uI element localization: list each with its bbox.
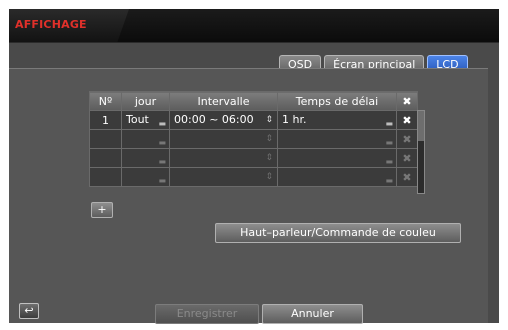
dropdown-icon: ▬	[158, 176, 166, 185]
speaker-color-control-button[interactable]: Haut–parleur/Commande de couleu	[215, 223, 461, 243]
dropdown-icon: ▬	[385, 138, 393, 147]
header-no: Nº	[89, 91, 122, 111]
spinner-arrows-icon: ⇕	[265, 115, 273, 125]
table-header-row: Nº jour Intervalle Temps de délai ✖	[89, 91, 418, 111]
day-value: Tout	[126, 113, 149, 126]
interval-spinner: ⇕	[169, 148, 278, 168]
dropdown-icon: ▬	[158, 138, 166, 147]
return-arrow-icon[interactable]: ↩	[19, 303, 39, 319]
table-row: ▬ ⇕ ▬ ✖	[89, 148, 418, 168]
day-select: ▬	[121, 167, 170, 187]
header-delay: Temps de délai	[277, 91, 397, 111]
row-number	[89, 129, 122, 149]
delete-all-icon[interactable]: ✖	[396, 91, 418, 111]
title-bar: AFFICHAGE	[9, 9, 499, 43]
table-scrollbar[interactable]	[417, 110, 425, 194]
interval-spinner: ⇕	[169, 129, 278, 149]
day-select[interactable]: Tout ▬	[121, 110, 170, 130]
spinner-arrows-icon: ⇕	[265, 134, 273, 144]
row-number: 1	[89, 110, 122, 130]
interval-spinner[interactable]: 00:00 ~ 06:00 ⇕	[169, 110, 278, 130]
header-day: jour	[121, 91, 170, 111]
table-row: 1 Tout ▬ 00:00 ~ 06:00 ⇕ 1 hr. ▬ ✖	[89, 110, 418, 130]
dropdown-icon: ▬	[385, 176, 393, 185]
delay-select: ▬	[277, 129, 397, 149]
delay-select: ▬	[277, 167, 397, 187]
delete-row-icon: ✖	[396, 129, 418, 149]
window-title: AFFICHAGE	[15, 18, 87, 31]
delete-row-icon: ✖	[396, 148, 418, 168]
spinner-arrows-icon: ⇕	[265, 153, 273, 163]
scrollbar-thumb[interactable]	[418, 111, 424, 141]
header-interval: Intervalle	[169, 91, 278, 111]
delete-row-icon: ✖	[396, 167, 418, 187]
interval-spinner: ⇕	[169, 167, 278, 187]
table-row: ▬ ⇕ ▬ ✖	[89, 129, 418, 149]
delay-select: ▬	[277, 148, 397, 168]
title-divider	[9, 42, 499, 43]
day-select: ▬	[121, 148, 170, 168]
dropdown-icon: ▬	[158, 119, 166, 128]
schedule-table: Nº jour Intervalle Temps de délai ✖ 1 To…	[89, 91, 418, 187]
delay-value: 1 hr.	[282, 113, 307, 126]
delete-row-icon[interactable]: ✖	[396, 110, 418, 130]
table-row: ▬ ⇕ ▬ ✖	[89, 167, 418, 187]
dropdown-icon: ▬	[385, 157, 393, 166]
row-number	[89, 148, 122, 168]
day-select: ▬	[121, 129, 170, 149]
add-row-button[interactable]: +	[91, 202, 113, 218]
spinner-arrows-icon: ⇕	[265, 172, 273, 182]
delay-select[interactable]: 1 hr. ▬	[277, 110, 397, 130]
interval-value: 00:00 ~ 06:00	[174, 113, 254, 126]
dropdown-icon: ▬	[158, 157, 166, 166]
dropdown-icon: ▬	[385, 119, 393, 128]
cancel-button[interactable]: Annuler	[262, 304, 363, 324]
save-button: Enregistrer	[155, 304, 259, 324]
row-number	[89, 167, 122, 187]
